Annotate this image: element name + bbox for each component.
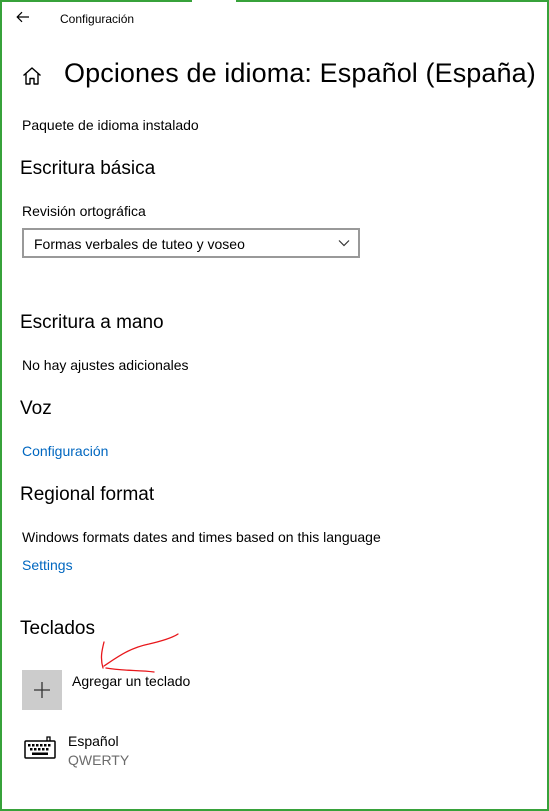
page-title: Opciones de idioma: Español (España)	[64, 58, 536, 88]
spellcheck-dropdown-value: Formas verbales de tuteo y voseo	[34, 236, 245, 252]
speech-heading: Voz	[20, 398, 52, 419]
spellcheck-dropdown[interactable]: Formas verbales de tuteo y voseo	[22, 228, 360, 258]
keyboard-item-name[interactable]: Español	[68, 733, 119, 749]
regional-settings-link[interactable]: Settings	[22, 557, 73, 573]
basic-typing-heading: Escritura básica	[20, 158, 156, 179]
plus-icon	[34, 682, 50, 698]
language-pack-status: Paquete de idioma instalado	[22, 117, 199, 133]
window-top-border	[0, 0, 549, 2]
window-title: Configuración	[60, 12, 135, 26]
add-keyboard-label[interactable]: Agregar un teclado	[72, 673, 190, 689]
keyboards-heading: Teclados	[20, 618, 95, 639]
keyboard-item-layout: QWERTY	[68, 752, 130, 768]
home-icon	[23, 67, 41, 85]
keyboard-icon	[24, 736, 56, 759]
regional-format-description: Windows formats dates and times based on…	[22, 529, 381, 545]
handwriting-heading: Escritura a mano	[20, 312, 164, 333]
chevron-down-icon	[338, 240, 350, 247]
spellcheck-label: Revisión ortográfica	[22, 203, 146, 219]
speech-settings-link[interactable]: Configuración	[22, 443, 108, 459]
regional-format-heading: Regional format	[20, 484, 155, 505]
back-button[interactable]	[12, 6, 34, 28]
add-keyboard-button[interactable]	[22, 670, 62, 710]
arrow-left-icon	[16, 11, 29, 23]
handwriting-note: No hay ajustes adicionales	[22, 357, 189, 373]
home-button[interactable]	[20, 64, 44, 88]
